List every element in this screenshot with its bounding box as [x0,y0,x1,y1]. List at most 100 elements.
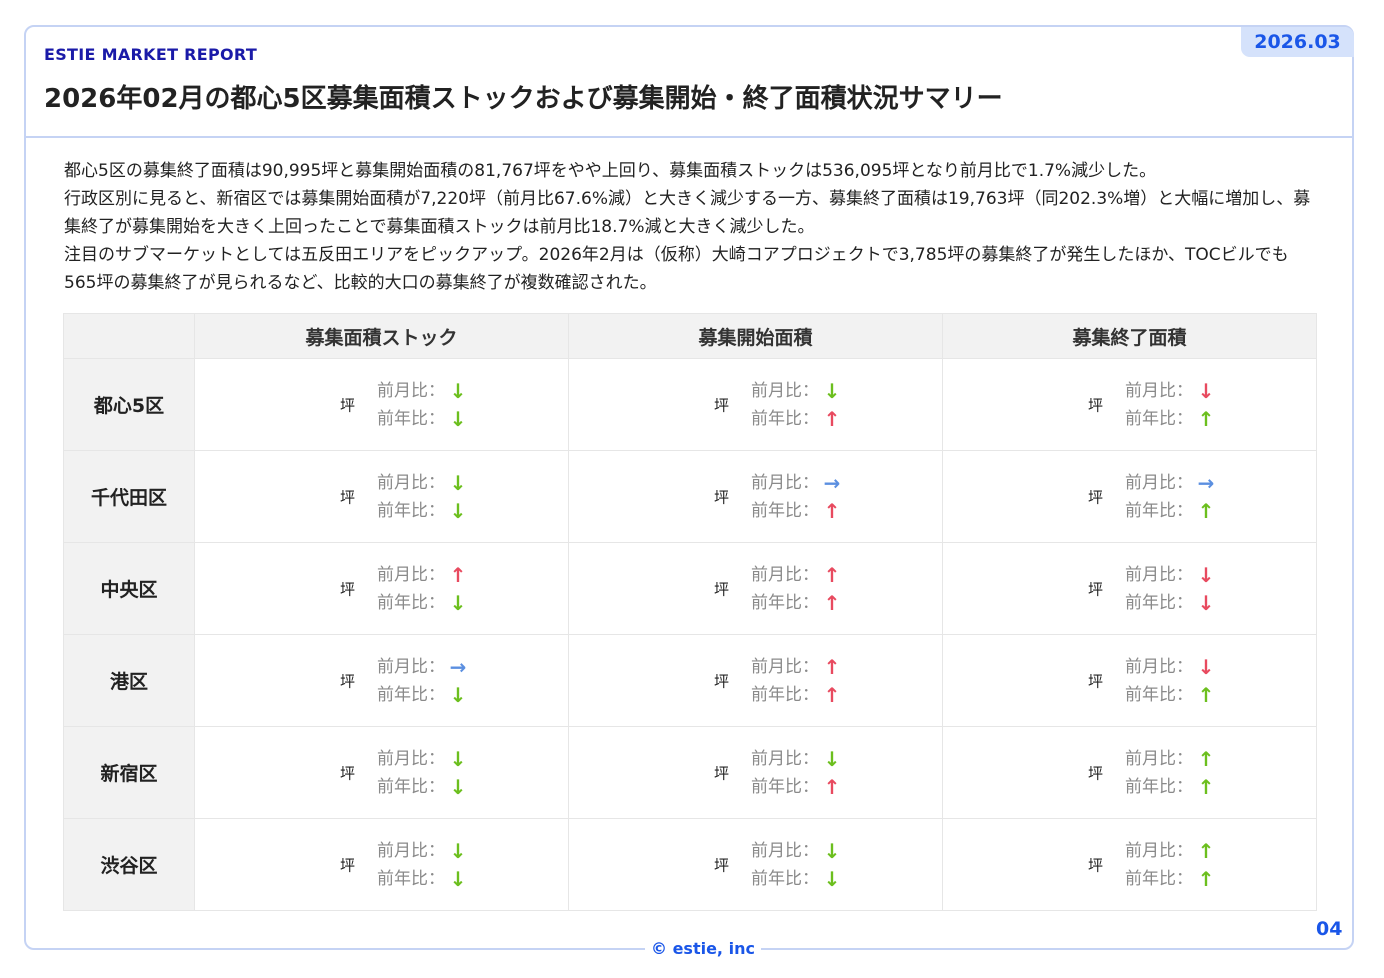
arrow-down-icon: ↓ [1197,562,1215,587]
comparison-block: 前月比： ↓ 前年比： ↓ [377,837,467,893]
unit-label: 坪 [1088,764,1104,782]
comparison-block: 前月比： ↑ 前年比： ↑ [1125,837,1215,893]
metric-cell-stock: 坪前月比： ↓ 前年比： ↓ [194,450,569,543]
year-over-year: 前年比： ↓ [377,773,467,801]
yoy-label: 前年比： [751,868,819,889]
arrow-up-icon: ↑ [449,562,467,587]
mom-label: 前月比： [1125,380,1193,401]
comparison-block: 前月比： ↓ 前年比： ↓ [377,377,467,433]
unit-label: 坪 [340,856,356,874]
arrow-up-icon: ↑ [1197,774,1215,799]
metric-cell-start: 坪前月比： ↓ 前年比： ↑ [568,726,943,819]
arrow-flat-icon: → [1197,470,1215,495]
yoy-label: 前年比： [377,776,445,797]
yoy-label: 前年比： [751,408,819,429]
comparison-block: 前月比： ↓ 前年比： ↑ [751,745,841,801]
comparison-block: 前月比： ↓ 前年比： ↓ [1125,561,1215,617]
header-divider [26,136,1352,138]
metric-cell-stock: 坪 前月比： ↓ 前年比： ↓ [194,358,569,451]
summary-paragraph: 都心5区の募集終了面積は90,995坪と募集開始面積の81,767坪をやや上回り… [64,161,1157,181]
yoy-label: 前年比： [377,592,445,613]
area-label: 都心5区 [63,358,195,451]
comparison-block: 前月比： → 前年比： ↑ [751,469,841,525]
month-over-month: 前月比： → [377,653,467,681]
comparison-block: 前月比： ↓ 前年比： ↑ [1125,653,1215,709]
unit-label: 坪 [1088,672,1104,690]
mom-label: 前月比： [751,564,819,585]
metric-cell-end: 坪前月比： ↓ 前年比： ↓ [942,542,1317,635]
mom-label: 前月比： [751,840,819,861]
year-over-year: 前年比： ↑ [1125,773,1215,801]
arrow-flat-icon: → [823,470,841,495]
unit-label: 坪 [340,396,356,414]
yoy-label: 前年比： [377,500,445,521]
arrow-up-icon: ↑ [823,590,841,615]
year-over-year: 前年比： ↑ [751,589,841,617]
year-over-year: 前年比： ↓ [377,681,467,709]
mom-label: 前月比： [1125,656,1193,677]
arrow-up-icon: ↑ [1197,866,1215,891]
month-over-month: 前月比： ↓ [751,837,841,865]
metric-cell-stock: 坪前月比： ↓ 前年比： ↓ [194,726,569,819]
unit-label: 坪 [714,488,730,506]
year-over-year: 前年比： ↓ [377,405,467,433]
table-row: 渋谷区坪前月比： ↓ 前年比： ↓ 坪前月比： ↓ 前年比： ↓ 坪前月比： ↑ 前年比： ↑ [63,818,1317,911]
comparison-block: 前月比： → 前年比： ↑ [1125,469,1215,525]
arrow-down-icon: ↓ [449,378,467,403]
unit-label: 坪 [714,396,730,414]
mom-label: 前月比： [1125,840,1193,861]
arrow-up-icon: ↑ [823,682,841,707]
column-header-start: 募集開始面積 [568,313,943,359]
arrow-down-icon: ↓ [449,838,467,863]
month-over-month: 前月比： ↓ [1125,561,1215,589]
metric-cell-stock: 坪前月比： → 前年比： ↓ [194,634,569,727]
mom-label: 前月比： [377,748,445,769]
year-over-year: 前年比： ↓ [377,589,467,617]
month-over-month: 前月比： ↑ [751,561,841,589]
mom-label: 前月比： [1125,748,1193,769]
yoy-label: 前年比： [377,684,445,705]
unit-label: 坪 [714,580,730,598]
table-row: 港区坪前月比： → 前年比： ↓ 坪前月比： ↑ 前年比： ↑ 坪前月比： ↓ 前年比： ↑ [63,634,1317,727]
year-over-year: 前年比： ↑ [1125,865,1215,893]
unit-label: 坪 [340,580,356,598]
mom-label: 前月比： [751,656,819,677]
report-date-badge: 2026.03 [1241,27,1354,57]
arrow-down-icon: ↓ [823,838,841,863]
comparison-block: 前月比： ↓ 前年比： ↓ [377,469,467,525]
month-over-month: 前月比： ↓ [377,469,467,497]
arrow-up-icon: ↑ [823,774,841,799]
month-over-month: 前月比： ↓ [377,377,467,405]
arrow-down-icon: ↓ [1197,590,1215,615]
metric-cell-end: 坪 前月比： ↑ 前年比： ↑ [942,726,1317,819]
mom-label: 前月比： [1125,472,1193,493]
metric-cell-stock: 坪 前月比： ↓ 前年比： ↓ [194,818,569,911]
column-header-end: 募集終了面積 [942,313,1317,359]
arrow-down-icon: ↓ [823,866,841,891]
comparison-block: 前月比： ↑ 前年比： ↑ [751,653,841,709]
area-label: 中央区 [63,542,195,635]
summary-paragraph: 行政区別に見ると、新宿区では募集開始面積が7,220坪（前月比67.6%減）と大… [64,189,1311,237]
year-over-year: 前年比： ↑ [1125,497,1215,525]
year-over-year: 前年比： ↑ [751,405,841,433]
arrow-up-icon: ↑ [1197,406,1215,431]
arrow-up-icon: ↑ [823,406,841,431]
mom-label: 前月比： [1125,564,1193,585]
yoy-label: 前年比： [1125,684,1193,705]
year-over-year: 前年比： ↓ [377,497,467,525]
arrow-up-icon: ↑ [823,654,841,679]
copyright: © estie, inc [645,939,761,958]
year-over-year: 前年比： ↑ [751,773,841,801]
comparison-block: 前月比： ↓ 前年比： ↓ [377,745,467,801]
yoy-label: 前年比： [1125,776,1193,797]
month-over-month: 前月比： ↓ [1125,653,1215,681]
arrow-down-icon: ↓ [449,746,467,771]
table-corner [63,313,195,359]
summary-text: 都心5区の募集終了面積は90,995坪と募集開始面積の81,767坪をやや上回り… [64,157,1314,297]
arrow-down-icon: ↓ [449,590,467,615]
arrow-up-icon: ↑ [1197,498,1215,523]
area-label: 渋谷区 [63,818,195,911]
mom-label: 前月比： [377,656,445,677]
comparison-block: 前月比： ↑ 前年比： ↓ [377,561,467,617]
year-over-year: 前年比： ↓ [1125,589,1215,617]
